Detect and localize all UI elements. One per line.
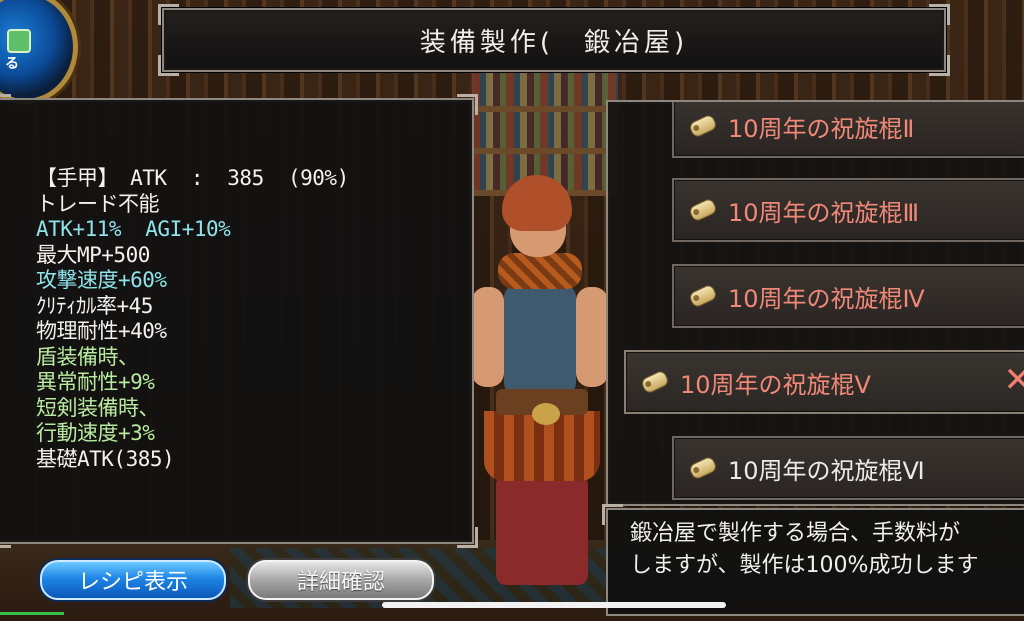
stat-line: 異常耐性+9% <box>36 370 155 394</box>
page-title: 装備製作( 鍛冶屋) <box>419 27 689 58</box>
description-panel: 鍛冶屋で製作する場合、手数料が しますが、製作は100%成功します <box>602 504 1024 616</box>
stat-line: 基礎ATK(385) <box>36 446 175 471</box>
progress-bar <box>0 612 64 615</box>
detail-confirm-button[interactable]: 詳細確認 <box>248 560 434 600</box>
recipe-label: 10周年の祝旋棍Ⅱ <box>728 114 915 143</box>
close-icon[interactable]: ✕ <box>1004 360 1024 400</box>
recipe-item-selected[interactable]: 10周年の祝旋棍Ⅴ ✕ <box>624 350 1024 414</box>
character-hair <box>502 175 572 231</box>
frame-corner <box>602 504 623 525</box>
frame-corner <box>158 55 179 76</box>
stat-line: 短剣装備時、 <box>36 395 159 420</box>
stat-line: 物理耐性+40% <box>36 319 167 343</box>
stat-line: 攻撃速度+60% <box>36 268 167 292</box>
recipe-display-button[interactable]: レシピ表示 <box>40 560 226 600</box>
character-torso <box>504 285 576 395</box>
stat-line: 【手甲】 ATK : 385 (90%) <box>36 166 349 190</box>
recipe-label: 10周年の祝旋棍Ⅴ <box>680 370 871 399</box>
frame-corner <box>0 94 11 115</box>
frame-corner <box>0 527 11 548</box>
scroll-icon <box>639 369 671 395</box>
recipe-item[interactable]: 10周年の祝旋棍Ⅱ <box>672 102 1024 158</box>
stat-list: 【手甲】 ATK : 385 (90%) トレード不能 ATK+11% AGI+10… <box>36 166 349 472</box>
stat-line: 行動速度+3% <box>36 421 155 445</box>
recipe-item[interactable]: 10周年の祝旋棍Ⅲ <box>672 178 1024 242</box>
scroll-icon <box>687 113 719 139</box>
recipe-item[interactable]: 10周年の祝旋棍Ⅳ <box>672 264 1024 328</box>
home-indicator[interactable] <box>382 602 726 608</box>
character-arm <box>576 287 608 387</box>
scroll-icon <box>687 197 719 223</box>
title-banner: 装備製作( 鍛冶屋) <box>158 4 950 76</box>
character-legs <box>496 475 588 585</box>
stat-line: 盾装備時、 <box>36 344 139 369</box>
character-arm <box>472 287 504 387</box>
bookshelf <box>472 112 618 148</box>
frame-corner <box>457 527 478 548</box>
gem-icon <box>7 29 31 53</box>
character-scarf <box>498 253 582 289</box>
frame-corner <box>457 94 478 115</box>
frame-corner <box>929 4 950 25</box>
scroll-icon <box>687 283 719 309</box>
recipe-label: 10周年の祝旋棍Ⅳ <box>728 284 925 313</box>
description-text: 鍛冶屋で製作する場合、手数料が しますが、製作は100%成功します <box>630 521 979 578</box>
stat-line: ATK+11% AGI+10% <box>36 217 231 241</box>
bookshelf <box>472 70 618 106</box>
stat-line: トレード不能 <box>36 191 159 216</box>
scroll-icon <box>687 455 719 481</box>
stat-line: 最大MP+500 <box>36 242 150 267</box>
recipe-item[interactable]: 10周年の祝旋棍Ⅵ <box>672 436 1024 500</box>
item-stats-panel: 【手甲】 ATK : 385 (90%) トレード不能 ATK+11% AGI+10… <box>0 94 478 548</box>
player-character <box>468 175 618 595</box>
recipe-list-panel[interactable]: 10周年の祝旋棍Ⅱ 10周年の祝旋棍Ⅲ 10周年の祝旋棍Ⅳ 10周年の祝旋棍Ⅴ … <box>606 100 1024 506</box>
recipe-label: 10周年の祝旋棍Ⅲ <box>728 198 920 227</box>
menu-orb-label: る <box>5 56 19 72</box>
recipe-label: 10周年の祝旋棍Ⅵ <box>728 456 925 485</box>
frame-corner <box>608 102 623 117</box>
frame-corner <box>158 4 179 25</box>
character-buckle <box>532 403 560 425</box>
stat-line: ｸﾘﾃｨｶﾙ率+45 <box>36 293 153 318</box>
frame-corner <box>929 55 950 76</box>
